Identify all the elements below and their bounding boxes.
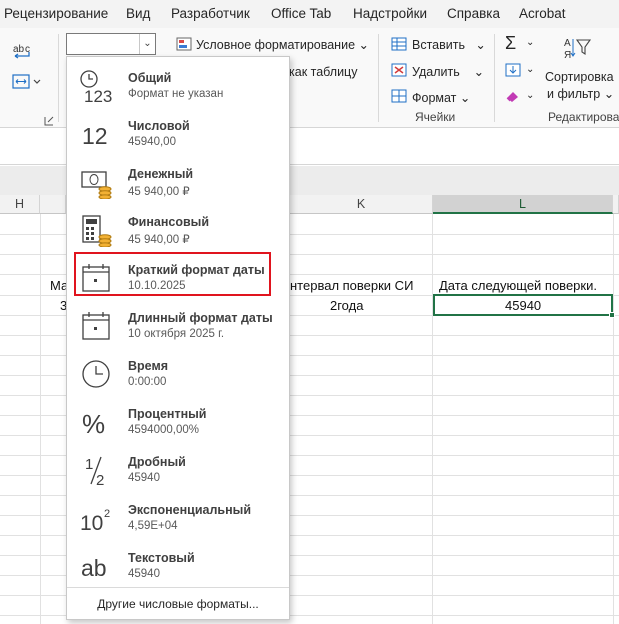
tab-office-tab[interactable]: Office Tab [271,6,331,21]
money-icon [79,165,113,199]
abc-wrap-icon[interactable]: ab c [12,42,34,62]
merge-icon[interactable] [12,74,42,90]
cell-row1-k[interactable]: нтервал поверки СИ [290,278,413,293]
cells-group-label: Ячейки [415,110,456,124]
svg-text:12: 12 [82,123,108,149]
svg-text:10: 10 [80,512,103,535]
more-number-formats-link[interactable]: Другие числовые форматы... [67,597,289,611]
format-option-sample: 45940 [128,568,160,580]
dropdown-divider [67,587,289,588]
format-option-long-date[interactable]: Длинный формат даты 10 октября 2025 г. [67,301,289,349]
delete-icon [391,63,407,77]
format-button[interactable]: Формат ⌄ [412,90,470,105]
svg-text:ab: ab [81,555,107,581]
format-option-name: Длинный формат даты [128,311,273,325]
format-option-name: Денежный [128,167,194,181]
insert-button[interactable]: Вставить ⌄ [412,37,486,52]
clock-123-icon: 123 [79,69,113,103]
clear-chevron-icon[interactable]: ⌄ [526,90,534,101]
svg-text:2: 2 [96,472,104,487]
calendar-icon [79,309,113,343]
sum-chevron-icon[interactable]: ⌄ [526,37,534,48]
svg-text:%: % [82,409,105,439]
conditional-formatting-icon [176,37,192,51]
format-option-sample: 10 октября 2025 г. [128,328,225,340]
fraction-icon: 1 2 [79,453,113,487]
delete-button[interactable]: Удалить ⌄ [412,64,484,79]
tab-addins[interactable]: Надстройки [353,6,427,21]
svg-text:А: А [564,38,571,49]
format-icon [391,89,407,103]
calculator-icon [79,213,113,247]
format-option-currency[interactable]: Денежный 45 940,00 ₽ [67,157,289,205]
format-option-sample: 45 940,00 ₽ [128,234,190,246]
column-header-i[interactable] [40,195,66,214]
svg-text:1: 1 [85,456,93,473]
svg-text:2: 2 [104,508,110,520]
insert-icon [391,37,407,51]
number-format-dropdown: 123 Общий Формат не указан 12 Числовой 4… [66,56,290,620]
format-option-text[interactable]: ab Текстовый 45940 [67,541,289,589]
format-option-name: Экспоненциальный [128,503,252,517]
format-option-name: Процентный [128,407,207,421]
fill-down-icon[interactable] [505,63,521,77]
format-option-name: Числовой [128,119,190,133]
svg-text:ab: ab [13,44,25,55]
editing-group-label: Редактирован [548,110,619,124]
tab-review[interactable]: Рецензирование [4,6,108,21]
format-option-percent[interactable]: % Процентный 4594000,00% [67,397,289,445]
format-as-table-button[interactable]: как таблицу [289,65,357,79]
clock-icon [79,357,113,391]
svg-text:123: 123 [84,87,112,103]
number-12-icon: 12 [79,117,113,151]
column-header-h[interactable]: H [0,195,40,214]
format-option-sample: 0:00:00 [128,376,167,388]
format-option-fraction[interactable]: 1 2 Дробный 45940 [67,445,289,493]
cell-row2-k[interactable]: 2года [330,298,363,313]
format-option-sample: 45940,00 [128,136,176,148]
tab-developer[interactable]: Разработчик [171,6,250,21]
conditional-formatting-button[interactable]: Условное форматирование ⌄ [196,37,369,52]
fill-handle[interactable] [609,312,615,318]
column-header-l[interactable]: L [433,195,613,214]
format-option-name: Общий [128,71,172,85]
sort-filter-label[interactable]: Сортировка [545,70,614,84]
cell-row2-l[interactable]: 45940 [505,298,541,313]
dialog-launcher-icon[interactable] [44,114,54,126]
tab-help[interactable]: Справка [447,6,500,21]
format-option-sample: 45 940,00 ₽ [128,186,190,198]
highlight-annotation-box [74,252,271,296]
format-option-sample: 4,59E+04 [128,520,178,532]
number-format-combo[interactable]: ⌄ [66,33,156,55]
format-option-time[interactable]: Время 0:00:00 [67,349,289,397]
format-option-scientific[interactable]: 10 2 Экспоненциальный 4,59E+04 [67,493,289,541]
sum-icon[interactable]: Σ [505,33,516,54]
fill-chevron-icon[interactable]: ⌄ [526,64,534,75]
format-option-number[interactable]: 12 Числовой 45940,00 [67,109,289,157]
percent-icon: % [79,405,113,439]
format-option-name: Текстовый [128,551,195,565]
cell-row1-l[interactable]: Дата следующей поверки. [439,278,597,293]
sort-filter-button[interactable]: и фильтр ⌄ [547,86,614,101]
chevron-down-icon[interactable]: ⌄ [139,34,155,54]
eraser-icon[interactable] [505,89,521,103]
tab-view[interactable]: Вид [126,6,150,21]
format-option-sample: Формат не указан [128,88,224,100]
format-option-name: Финансовый [128,215,210,229]
exponent-icon: 10 2 [79,501,113,535]
text-ab-icon: ab [79,549,113,583]
column-header-k[interactable]: K [290,195,433,214]
ribbon-tab-bar: Рецензирование Вид Разработчик Office Ta… [0,0,619,28]
sort-filter-icon[interactable]: А Я [562,36,592,62]
format-option-sample: 45940 [128,472,160,484]
format-option-accounting[interactable]: Финансовый 45 940,00 ₽ [67,205,289,253]
svg-text:Я: Я [564,50,571,61]
format-option-general[interactable]: 123 Общий Формат не указан [67,61,289,109]
tab-acrobat[interactable]: Acrobat [519,6,566,21]
format-option-sample: 4594000,00% [128,424,199,436]
format-option-name: Время [128,359,168,373]
column-header-m[interactable] [613,195,619,214]
format-option-name: Дробный [128,455,186,469]
